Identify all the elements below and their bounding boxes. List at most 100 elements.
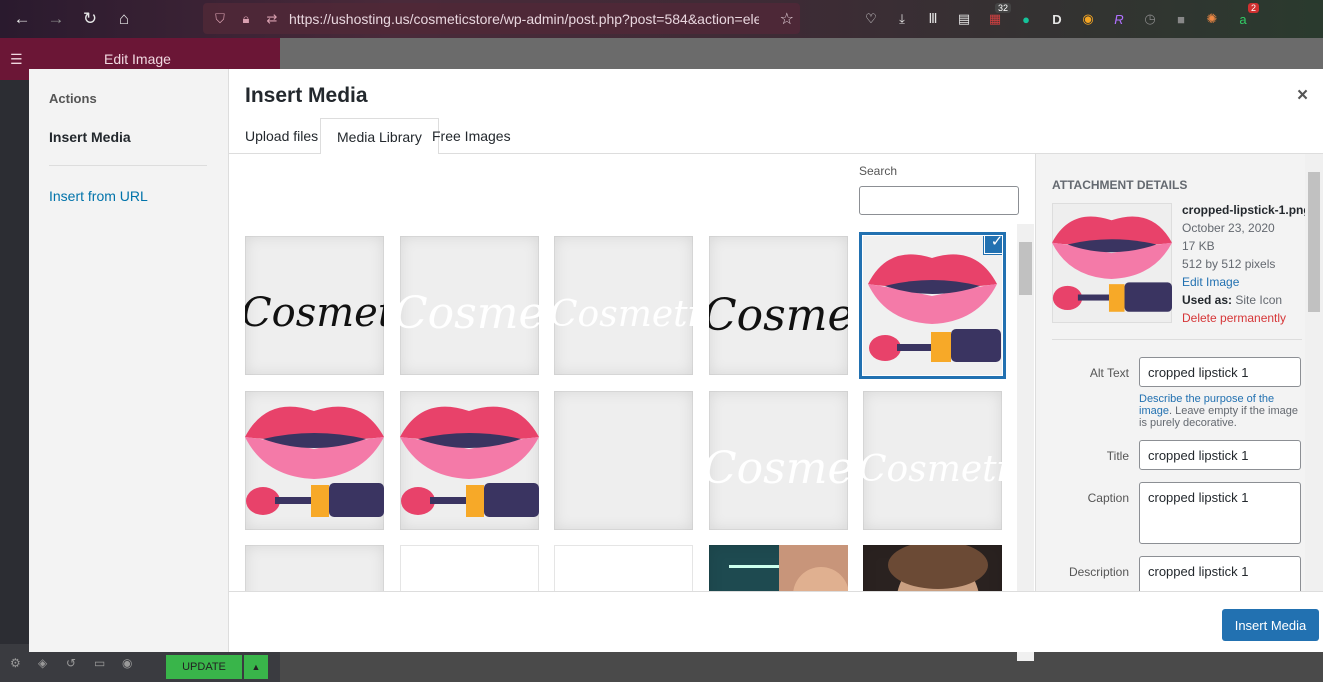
address-bar[interactable]: ⛉ 🔒︎ ⇄ https://ushosting.us/cosmeticstor…	[203, 3, 800, 34]
menu-item-insert-from-url[interactable]: Insert from URL	[49, 188, 148, 204]
sidebar-scrollbar[interactable]	[1305, 154, 1323, 591]
update-options-icon[interactable]: ▲	[244, 655, 268, 679]
attachment-size: 17 KB	[1182, 239, 1215, 253]
attachment-cosmetic-logo-black-2[interactable]: Cosme	[709, 236, 848, 375]
caption-field[interactable]: cropped lipstick 1	[1139, 482, 1301, 544]
shield-icon[interactable]: ⛉	[211, 10, 229, 28]
browser-toolbar: ← → ↻ ⌂ ⛉ 🔒︎ ⇄ https://ushosting.us/cosm…	[0, 0, 1323, 38]
svg-text:Cosmetic: Cosmetic	[863, 449, 1002, 490]
extension-icons: ♡ ⤓ Ⅲ ▤ ▦ 32 ● D ◉ R ◷ ■ ✺ a2	[858, 3, 1261, 32]
settings-icon[interactable]: ⚙	[10, 656, 28, 670]
lock-icon[interactable]: 🔒︎	[237, 10, 255, 28]
reader-icon[interactable]: ▤	[951, 8, 977, 30]
cosmetic-script-graphic: Cosme	[709, 443, 848, 494]
tab-upload-files[interactable]: Upload files	[229, 118, 334, 154]
editor-title: Edit Image	[104, 51, 171, 67]
cosmetic-script-graphic: Cosme	[400, 288, 539, 339]
svg-text:Cosme: Cosme	[709, 290, 848, 341]
title-label: Title	[1106, 449, 1129, 463]
url-text[interactable]: https://ushosting.us/cosmeticstore/wp-ad…	[289, 11, 759, 27]
attachments-browser: Search Cosmetic Cosme Cosmetic Cosme	[229, 154, 1035, 591]
layers-icon[interactable]: ◈	[38, 656, 56, 670]
description-field[interactable]: cropped lipstick 1	[1139, 556, 1301, 591]
grid-scrollbar-thumb[interactable]	[1019, 242, 1032, 295]
media-tabs: Upload files Media Library Free Images	[229, 118, 1323, 155]
lipstick-image	[245, 406, 384, 517]
attachment-photo-website[interactable]	[709, 545, 848, 591]
insert-media-modal: Actions Insert Media Insert from URL Ins…	[29, 69, 1323, 661]
attachment-lipstick-2[interactable]	[400, 391, 539, 530]
attachment-row3-2[interactable]	[400, 545, 539, 591]
used-as-value: Site Icon	[1235, 293, 1283, 307]
attachment-lipstick-1[interactable]	[245, 391, 384, 530]
attachment-photo-portrait[interactable]	[863, 545, 1002, 591]
a-extension-icon[interactable]: a2	[1230, 3, 1259, 30]
download-icon[interactable]: ⤓	[889, 8, 915, 30]
attachment-cosmetic-logo-white[interactable]: Cosme	[400, 236, 539, 375]
video-extension-icon[interactable]: ■	[1168, 8, 1194, 30]
sidebar-scrollbar-thumb[interactable]	[1308, 172, 1320, 312]
update-button[interactable]: UPDATE	[166, 655, 242, 679]
attachment-details-sidebar: ATTACHMENT DETAILS cropped-lipstick-1.pn…	[1035, 154, 1323, 591]
back-arrow-icon[interactable]: ←	[10, 7, 34, 31]
attachment-blank-image[interactable]	[554, 391, 693, 530]
d-extension-icon[interactable]: D	[1044, 8, 1070, 30]
grammarly-icon[interactable]: ●	[1013, 8, 1039, 30]
attachment-preview	[1052, 203, 1172, 323]
portrait-graphic	[888, 545, 988, 591]
pocket-icon[interactable]: ♡	[858, 8, 884, 30]
calendar-extension-icon[interactable]: ▦ 32	[982, 3, 1011, 30]
attachment-cosmetic-logo-white-3[interactable]: Cosme	[709, 391, 848, 530]
delete-permanently-link[interactable]: Delete permanently	[1182, 309, 1311, 327]
hamburger-icon[interactable]: ☰	[10, 51, 28, 68]
cosmetic-script-graphic: Cosmetic	[245, 290, 384, 336]
search-label: Search	[859, 164, 898, 178]
forward-arrow-icon[interactable]: →	[44, 7, 68, 31]
cosmetic-script-graphic: Cosmetic	[554, 294, 693, 335]
attachment-row3-1[interactable]	[245, 545, 384, 591]
badge-count: 32	[994, 3, 1011, 13]
cookie-extension-icon[interactable]: ◉	[1075, 8, 1101, 30]
title-field[interactable]: cropped lipstick 1	[1139, 440, 1301, 470]
website-screenshot-graphic	[729, 545, 848, 591]
bookmark-star-icon[interactable]: ☆	[780, 9, 794, 29]
media-menu: Actions Insert Media Insert from URL	[29, 69, 229, 652]
home-icon[interactable]: ⌂	[112, 7, 136, 31]
alt-text-field[interactable]: cropped lipstick 1	[1139, 357, 1301, 387]
svg-text:Cosme: Cosme	[709, 443, 848, 494]
lipstick-image	[868, 254, 1001, 362]
color-wheel-icon[interactable]: ✺	[1199, 8, 1225, 30]
history-icon[interactable]: ↺	[66, 656, 84, 670]
caption-label: Caption	[1087, 491, 1129, 505]
attachment-cosmetic-logo-white-4[interactable]: Cosmetic	[863, 391, 1002, 530]
selected-check-icon[interactable]: ✓	[984, 236, 1002, 254]
menu-item-insert-media[interactable]: Insert Media	[49, 129, 131, 145]
media-toolbar: Insert Media	[229, 591, 1323, 652]
alt-text-help: Describe the purpose of the image. Leave…	[1139, 393, 1301, 429]
close-icon[interactable]: ×	[1297, 85, 1308, 107]
search-input[interactable]	[859, 186, 1019, 215]
tab-free-images[interactable]: Free Images	[416, 118, 527, 154]
responsive-icon[interactable]: ▭	[94, 656, 112, 670]
clock-extension-icon[interactable]: ◷	[1137, 8, 1163, 30]
svg-text:Cosme: Cosme	[400, 288, 539, 339]
attachment-cosmetic-logo-black[interactable]: Cosmetic	[245, 236, 384, 375]
modal-title: Insert Media	[245, 84, 368, 107]
library-icon[interactable]: Ⅲ	[920, 8, 946, 30]
attachment-row3-3[interactable]	[554, 545, 693, 591]
reload-icon[interactable]: ↻	[78, 7, 102, 31]
lipstick-image	[400, 406, 539, 517]
attachment-cosmetic-logo-white-2[interactable]: Cosmetic	[554, 236, 693, 375]
r-extension-icon[interactable]: R	[1106, 8, 1132, 30]
svg-text:Cosmetic: Cosmetic	[554, 294, 693, 335]
permissions-icon[interactable]: ⇄	[263, 10, 281, 28]
edit-image-link[interactable]: Edit Image	[1182, 273, 1311, 291]
attachment-details-heading: ATTACHMENT DETAILS	[1052, 178, 1188, 192]
menu-heading: Actions	[49, 91, 97, 106]
preview-eye-icon[interactable]: ◉	[122, 656, 140, 670]
used-as-label: Used as:	[1182, 293, 1233, 307]
description-label: Description	[1068, 565, 1129, 579]
attachment-lipstick-selected[interactable]: ✓	[863, 236, 1002, 375]
insert-media-button[interactable]: Insert Media	[1222, 609, 1319, 641]
alt-text-label: Alt Text	[1089, 366, 1129, 380]
